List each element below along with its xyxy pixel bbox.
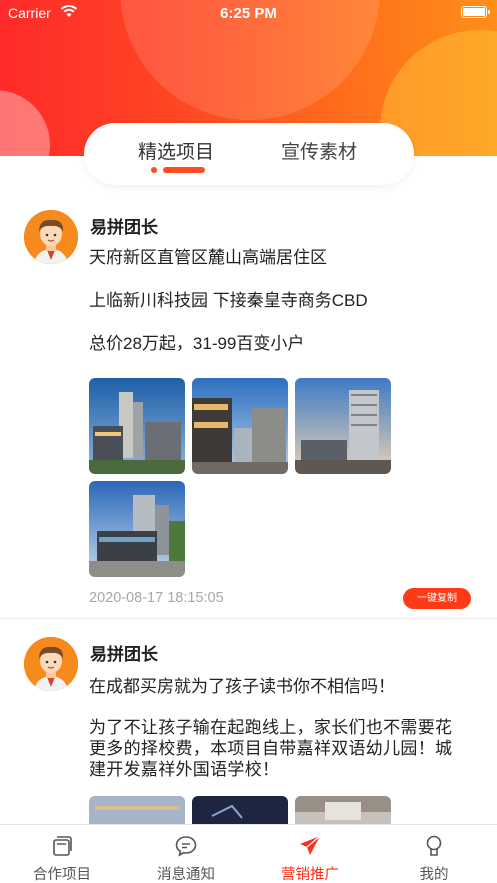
- user-icon: [426, 835, 442, 856]
- tab-marketing[interactable]: 营销推广: [248, 825, 372, 883]
- tab-profile[interactable]: 我的: [372, 825, 496, 883]
- status-bar: Carrier 6:25 PM: [0, 0, 497, 26]
- post-text-line: 上临新川科技园 下接秦皇寺商务CBD: [89, 291, 368, 310]
- avatar[interactable]: [24, 210, 78, 264]
- post-text-line: 在成都买房就为了孩子读书你不相信吗！: [89, 677, 395, 696]
- post-author: 易拼团长: [90, 645, 158, 664]
- tab-label: 营销推广: [281, 867, 339, 883]
- avatar-icon: [24, 637, 78, 691]
- post-text-line: 总价28万起，31-99百变小户: [89, 334, 305, 353]
- post-author: 易拼团长: [90, 218, 158, 237]
- post-image[interactable]: [192, 378, 288, 474]
- paper-plane-icon: [300, 835, 321, 855]
- tab-promo-materials[interactable]: 宣传素材: [281, 137, 357, 164]
- post-text-paragraph: 为了不让孩子输在起跑线上，家长们也不需要花更多的择校费，本项目自带嘉祥双语幼儿园…: [89, 718, 453, 779]
- tab-label: 消息通知: [157, 867, 215, 883]
- post-image[interactable]: [89, 481, 185, 577]
- tab-label: 我的: [419, 867, 449, 883]
- post-image[interactable]: [89, 378, 185, 474]
- post-timestamp: 2020-08-17 18:15:05: [89, 590, 224, 606]
- tab-featured-projects[interactable]: 精选项目: [138, 137, 214, 164]
- avatar-icon: [24, 210, 78, 264]
- tab-notifications[interactable]: 消息通知: [124, 825, 248, 883]
- clock: 6:25 PM: [220, 5, 277, 22]
- header-decoration: [0, 90, 50, 156]
- cards-icon: [53, 836, 72, 856]
- tab-label: 合作项目: [33, 867, 91, 883]
- active-tab-indicator: [151, 167, 209, 173]
- segment-tabs: 精选项目 宣传素材: [84, 123, 414, 185]
- copy-button[interactable]: 一键复制: [403, 588, 471, 609]
- divider: [0, 618, 497, 619]
- post-image[interactable]: [295, 378, 391, 474]
- battery-icon: [461, 6, 490, 18]
- post-text-line: 天府新区直管区麓山高端居住区: [89, 248, 327, 267]
- bottom-tab-bar: 合作项目 消息通知 营销推广 我的: [0, 824, 497, 883]
- avatar[interactable]: [24, 637, 78, 691]
- chat-bubble-icon: [175, 836, 197, 857]
- tab-cooperation-projects[interactable]: 合作项目: [0, 825, 124, 883]
